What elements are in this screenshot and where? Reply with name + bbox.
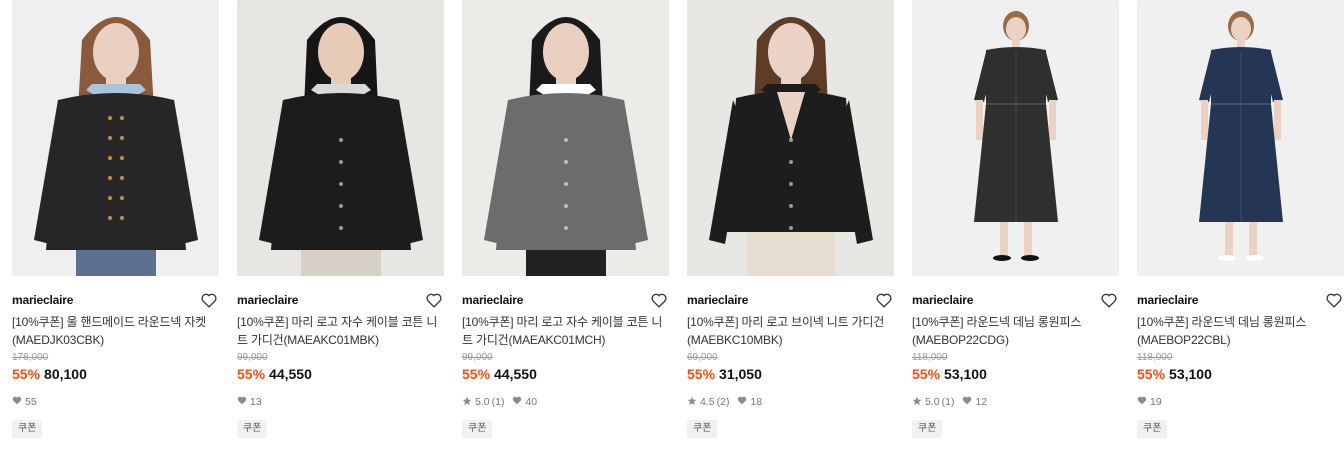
original-price: 69,000 — [687, 352, 718, 363]
sale-price: 53,100 — [1169, 366, 1212, 382]
wishlist-heart-icon[interactable] — [1325, 291, 1343, 309]
rating-value: 5.0 — [925, 396, 940, 408]
product-card[interactable]: marieclaire [10%쿠폰] 마리 로고 브이넥 니트 가디건(MAE… — [687, 0, 894, 468]
rating: 5.0 (1) — [912, 396, 954, 409]
likes-count: 40 — [525, 396, 538, 408]
likes: 55 — [12, 396, 37, 408]
coupon-badge: 쿠폰 — [462, 420, 493, 438]
star-icon — [462, 396, 475, 409]
sale-price: 44,550 — [269, 366, 312, 382]
review-count: (2) — [716, 396, 730, 408]
wishlist-heart-icon[interactable] — [1100, 291, 1118, 309]
likes-count: 18 — [750, 396, 763, 408]
product-card[interactable]: marieclaire [10%쿠폰] 마리 로고 자수 케이블 코튼 니트 가… — [237, 0, 444, 468]
discount-rate: 55% — [912, 366, 941, 382]
product-image[interactable] — [912, 0, 1119, 276]
coupon-badge: 쿠폰 — [237, 420, 268, 438]
brand-name[interactable]: marieclaire — [462, 293, 523, 307]
rating: 4.5 (2) — [687, 396, 729, 409]
discount-rate: 55% — [1137, 366, 1166, 382]
brand-name[interactable]: marieclaire — [12, 293, 73, 307]
discount-rate: 55% — [462, 366, 491, 382]
product-card[interactable]: marieclaire [10%쿠폰] 라운드넥 데님 롱원피스 (MAEBOP… — [1137, 0, 1344, 468]
original-price: 99,000 — [462, 352, 493, 363]
brand-name[interactable]: marieclaire — [912, 293, 973, 307]
coupon-badge: 쿠폰 — [912, 420, 943, 438]
product-meta: 4.5 (2) 18 — [687, 395, 894, 409]
product-name[interactable]: [10%쿠폰] 마리 로고 자수 케이블 코튼 니트 가디건(MAEAKC01M… — [237, 313, 444, 349]
product-card[interactable]: marieclaire [10%쿠폰] 라운드넥 데님 롱원피스 (MAEBOP… — [912, 0, 1119, 468]
heart-filled-icon — [737, 396, 750, 408]
price-row: 55% 53,100 — [1137, 365, 1344, 383]
heart-filled-icon — [962, 396, 975, 408]
likes: 18 — [737, 396, 762, 408]
product-image[interactable] — [462, 0, 669, 276]
likes-count: 12 — [975, 396, 988, 408]
product-name[interactable]: [10%쿠폰] 라운드넥 데님 롱원피스 (MAEBOP22CBL) — [1137, 313, 1344, 349]
product-image[interactable] — [237, 0, 444, 276]
product-name[interactable]: [10%쿠폰] 울 핸드메이드 라운드넥 자켓(MAEDJK03CBK) — [12, 313, 219, 349]
heart-filled-icon — [12, 396, 25, 408]
heart-filled-icon — [1137, 396, 1150, 408]
coupon-badge: 쿠폰 — [1137, 420, 1168, 438]
product-name[interactable]: [10%쿠폰] 마리 로고 자수 케이블 코튼 니트 가디건(MAEAKC01M… — [462, 313, 669, 349]
product-card[interactable]: marieclaire [10%쿠폰] 마리 로고 자수 케이블 코튼 니트 가… — [462, 0, 669, 468]
likes-count: 19 — [1150, 396, 1162, 408]
original-price: 118,000 — [912, 352, 948, 363]
sale-price: 44,550 — [494, 366, 537, 382]
original-price: 99,000 — [237, 352, 268, 363]
sale-price: 53,100 — [944, 366, 987, 382]
product-meta: 5.0 (1) 12 — [912, 395, 1119, 409]
star-icon — [687, 396, 700, 409]
sale-price: 80,100 — [44, 366, 87, 382]
discount-rate: 55% — [237, 366, 266, 382]
rating-value: 5.0 — [475, 396, 490, 408]
heart-filled-icon — [512, 396, 525, 408]
likes: 40 — [512, 396, 537, 408]
likes: 12 — [962, 396, 987, 408]
product-name[interactable]: [10%쿠폰] 마리 로고 브이넥 니트 가디건(MAEBKC10MBK) — [687, 313, 894, 349]
wishlist-heart-icon[interactable] — [425, 291, 443, 309]
brand-name[interactable]: marieclaire — [237, 293, 298, 307]
product-meta: 55 — [12, 395, 219, 409]
price-row: 55% 44,550 — [237, 365, 444, 383]
star-icon — [912, 396, 925, 409]
wishlist-heart-icon[interactable] — [875, 291, 893, 309]
discount-rate: 55% — [12, 366, 41, 382]
price-row: 55% 53,100 — [912, 365, 1119, 383]
sale-price: 31,050 — [719, 366, 762, 382]
price-row: 55% 80,100 — [12, 365, 219, 383]
price-row: 55% 31,050 — [687, 365, 894, 383]
likes-count: 55 — [25, 396, 37, 408]
discount-rate: 55% — [687, 366, 716, 382]
likes-count: 13 — [250, 396, 262, 408]
wishlist-heart-icon[interactable] — [200, 291, 218, 309]
wishlist-heart-icon[interactable] — [650, 291, 668, 309]
brand-name[interactable]: marieclaire — [1137, 293, 1198, 307]
product-grid: marieclaire [10%쿠폰] 울 핸드메이드 라운드넥 자켓(MAED… — [12, 0, 1344, 468]
product-image[interactable] — [1137, 0, 1344, 276]
rating: 5.0 (1) — [462, 396, 504, 409]
review-count: (1) — [941, 396, 955, 408]
coupon-badge: 쿠폰 — [12, 420, 43, 438]
review-count: (1) — [491, 396, 505, 408]
product-meta: 13 — [237, 395, 444, 409]
product-image[interactable] — [12, 0, 219, 276]
product-name[interactable]: [10%쿠폰] 라운드넥 데님 롱원피스 (MAEBOP22CDG) — [912, 313, 1119, 349]
price-row: 55% 44,550 — [462, 365, 669, 383]
original-price: 178,000 — [12, 352, 49, 363]
product-image[interactable] — [687, 0, 894, 276]
product-card[interactable]: marieclaire [10%쿠폰] 울 핸드메이드 라운드넥 자켓(MAED… — [12, 0, 219, 468]
brand-name[interactable]: marieclaire — [687, 293, 748, 307]
coupon-badge: 쿠폰 — [687, 420, 718, 438]
original-price: 118,000 — [1137, 352, 1173, 363]
product-meta: 5.0 (1) 40 — [462, 395, 669, 409]
likes: 19 — [1137, 396, 1162, 408]
rating-value: 4.5 — [700, 396, 715, 408]
heart-filled-icon — [237, 396, 250, 408]
product-meta: 19 — [1137, 395, 1344, 409]
likes: 13 — [237, 396, 262, 408]
